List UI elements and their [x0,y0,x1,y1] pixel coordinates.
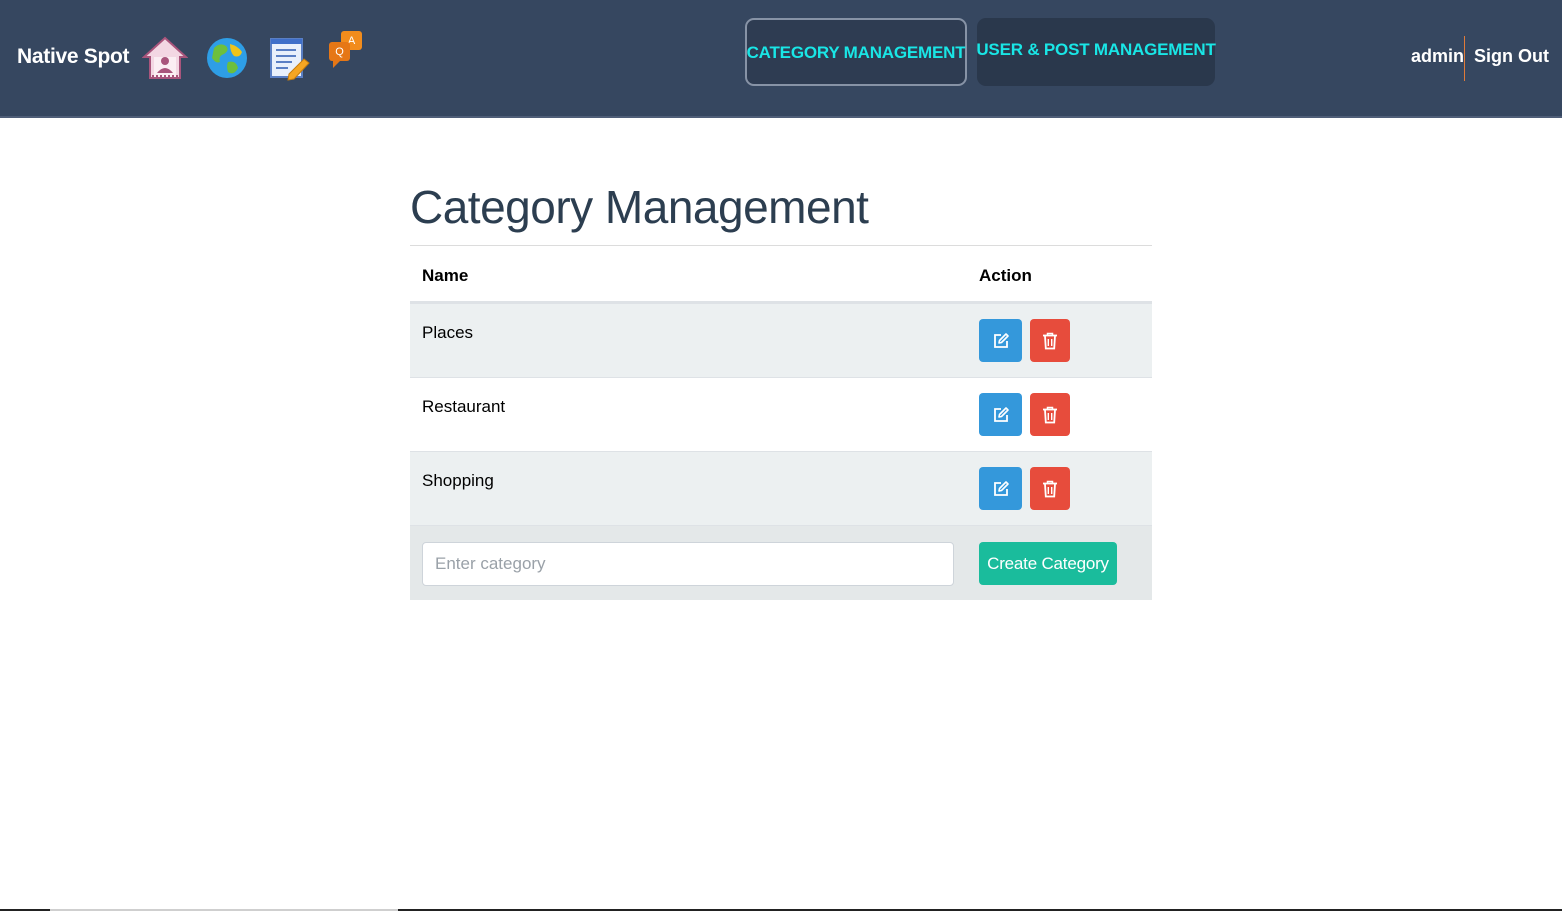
svg-text:Q: Q [335,46,344,58]
delete-button[interactable] [1030,393,1070,436]
column-header-action: Action [979,266,1032,285]
edit-icon [993,406,1009,422]
delete-button[interactable] [1030,319,1070,362]
globe-icon[interactable] [206,36,248,80]
table-header: Name Action [410,245,1152,304]
edit-icon [993,480,1009,496]
category-name: Places [422,323,474,342]
home-icon[interactable] [142,35,188,81]
nav-separator [1464,36,1465,81]
table-row: Places [410,304,1152,378]
category-name: Shopping [422,471,494,490]
table-row: Shopping [410,452,1152,526]
create-category-row: Create Category [410,526,1152,600]
brand-name[interactable]: Native Spot [17,45,130,69]
category-input[interactable] [422,542,954,586]
trash-icon [1043,480,1057,497]
user-name[interactable]: admin [1411,46,1464,67]
qa-chat-icon[interactable]: A Q [328,30,364,70]
top-navbar: Native Spot A Q CATEGORY MANAGEMENT USER… [0,0,1562,118]
page-title: Category Management [410,181,869,233]
column-header-name: Name [422,266,469,285]
tab-user-post-management[interactable]: USER & POST MANAGEMENT [976,18,1216,86]
sign-out-link[interactable]: Sign Out [1474,46,1549,67]
table-row: Restaurant [410,378,1152,452]
notes-icon[interactable] [270,37,310,81]
category-table: Name Action Places Restaurant Shopping E… [410,245,1152,600]
category-name: Restaurant [422,397,506,416]
edit-button[interactable] [979,393,1022,436]
trash-icon [1043,406,1057,423]
delete-button[interactable] [1030,467,1070,510]
edit-button[interactable] [979,319,1022,362]
tab-category-management[interactable]: CATEGORY MANAGEMENT [745,18,967,86]
create-category-button[interactable]: Create Category [979,542,1117,585]
edit-icon [993,332,1009,348]
trash-icon [1043,332,1057,349]
edit-button[interactable] [979,467,1022,510]
